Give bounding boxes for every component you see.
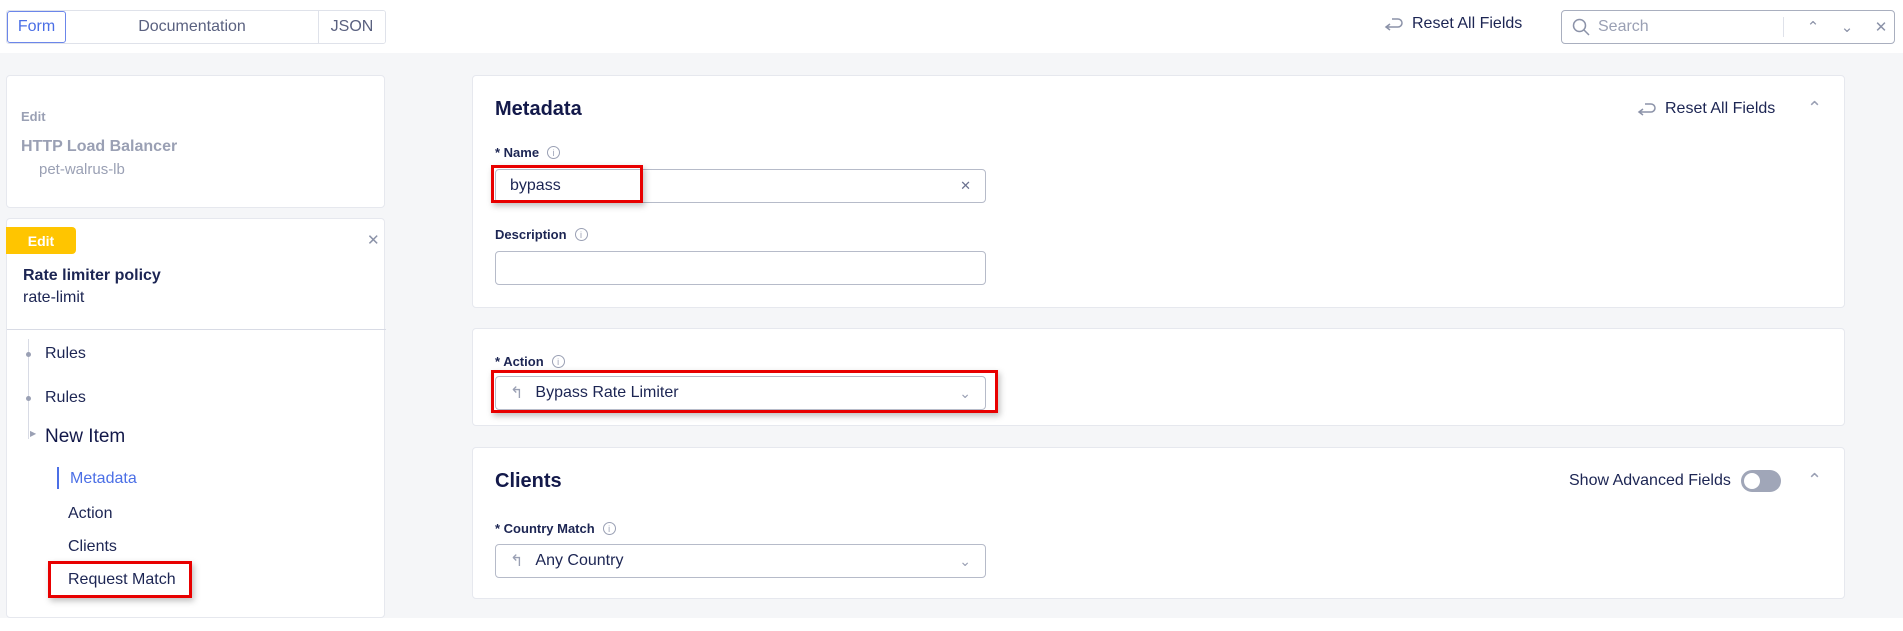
current-object-card: Edit ✕ Rate limiter policy rate-limit Ru… <box>6 218 386 618</box>
tree-item-new-item[interactable]: New Item <box>45 426 125 448</box>
tree-item-rules[interactable]: Rules <box>45 345 86 363</box>
tree-bullet <box>26 396 31 401</box>
section-title: Clients <box>495 470 562 492</box>
section-reset-label: Reset All Fields <box>1665 100 1776 117</box>
section-reset-button[interactable]: Reset All Fields <box>1637 100 1775 118</box>
advanced-fields-toggle[interactable] <box>1740 470 1781 492</box>
reset-all-fields-button[interactable]: Reset All Fields <box>1384 15 1522 33</box>
reset-icon <box>1637 103 1656 116</box>
parent-edit-label: Edit <box>21 109 46 124</box>
tab-documentation[interactable]: Documentation <box>66 11 319 43</box>
reset-all-fields-label: Reset All Fields <box>1412 15 1523 32</box>
parent-object-type[interactable]: HTTP Load Balancer <box>21 138 177 156</box>
metadata-section: Metadata Reset All Fields ⌃ * Name i bypa… <box>472 75 1845 308</box>
search-divider <box>1783 17 1784 37</box>
name-label: * Name <box>495 145 540 160</box>
tab-json[interactable]: JSON <box>319 11 385 43</box>
search-prev-icon[interactable]: ⌃ <box>1800 18 1826 36</box>
divider <box>7 329 386 330</box>
tree-bullet <box>26 352 31 357</box>
country-match-select[interactable]: ↰ Any Country ⌄ <box>495 544 986 578</box>
clients-section: Clients Show Advanced Fields ⌃ * Country… <box>472 447 1845 599</box>
section-link-clients[interactable]: Clients <box>68 538 117 556</box>
section-link-metadata[interactable]: Metadata <box>70 470 137 488</box>
search-clear-icon[interactable]: ✕ <box>1868 18 1894 36</box>
parent-object-name: pet-walrus-lb <box>39 161 125 178</box>
parent-object-card: Edit HTTP Load Balancer pet-walrus-lb <box>6 75 385 208</box>
info-icon[interactable]: i <box>551 355 565 368</box>
reset-icon <box>1384 18 1403 31</box>
description-label: Description <box>495 227 567 242</box>
info-icon[interactable]: i <box>547 146 561 159</box>
search-input[interactable]: Search <box>1598 18 1775 36</box>
action-section: * Action i ↰ Bypass Rate Limiter ⌄ <box>472 328 1845 426</box>
advanced-fields-toggle-group: Show Advanced Fields <box>1569 470 1781 492</box>
collapse-icon[interactable]: ⌃ <box>1807 98 1822 119</box>
tree-arrow-icon: ▶ <box>30 429 37 438</box>
info-icon[interactable]: i <box>602 522 616 535</box>
chevron-down-icon: ⌄ <box>959 552 971 569</box>
country-match-label: * Country Match <box>495 521 595 536</box>
description-input[interactable] <box>495 251 986 285</box>
view-tabs: Form Documentation JSON <box>6 10 386 44</box>
clear-icon[interactable]: ✕ <box>960 178 971 194</box>
section-title: Metadata <box>495 98 582 120</box>
tab-form[interactable]: Form <box>7 11 66 43</box>
active-indicator <box>57 467 59 489</box>
collapse-icon[interactable]: ⌃ <box>1807 470 1822 491</box>
search-next-icon[interactable]: ⌄ <box>1834 18 1860 36</box>
choice-icon: ↰ <box>510 553 524 570</box>
advanced-fields-label: Show Advanced Fields <box>1569 472 1731 489</box>
search-box[interactable]: Search ⌃ ⌄ ✕ <box>1561 10 1895 44</box>
country-match-value: Any Country <box>535 552 624 569</box>
highlight-box <box>48 561 192 598</box>
edit-badge: Edit <box>6 227 76 254</box>
object-name: rate-limit <box>23 289 85 306</box>
close-icon[interactable]: ✕ <box>367 231 380 249</box>
tree-item-rules[interactable]: Rules <box>45 389 86 407</box>
highlight-box <box>491 165 643 203</box>
action-label: * Action <box>495 354 544 369</box>
object-type: Rate limiter policy <box>23 267 161 284</box>
info-icon[interactable]: i <box>574 228 588 241</box>
search-icon <box>1572 18 1590 36</box>
highlight-box <box>491 370 998 413</box>
section-link-action[interactable]: Action <box>68 505 112 523</box>
